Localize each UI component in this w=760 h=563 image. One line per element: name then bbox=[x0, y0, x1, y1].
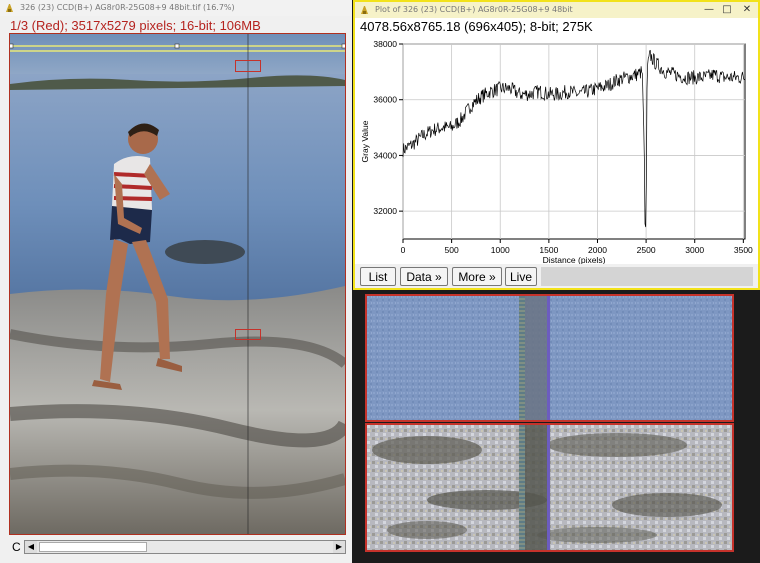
data-button[interactable]: Data » bbox=[400, 267, 448, 286]
scroll-thumb[interactable] bbox=[39, 542, 147, 552]
plot-window: Plot of 326 (23) CCD(B+) AG8r0R-25G08+9 … bbox=[353, 0, 760, 290]
image-canvas[interactable] bbox=[9, 33, 346, 535]
image-window: 326 (23) CCD(B+) AG8r0R-25G08+9 48bit.ti… bbox=[0, 0, 352, 563]
image-scroll-row: C ◀ ▶ bbox=[0, 537, 352, 559]
image-window-titlebar[interactable]: 326 (23) CCD(B+) AG8r0R-25G08+9 48bit.ti… bbox=[0, 0, 352, 16]
x-tick-label: 500 bbox=[445, 245, 459, 255]
y-axis-label: Gray Value bbox=[360, 120, 370, 162]
x-axis-label: Distance (pixels) bbox=[543, 255, 606, 264]
profile-plot: 0 500 1000 1500 2000 2500 3000 3500 32000 34000 36… bbox=[360, 39, 753, 264]
minimize-icon[interactable]: — bbox=[700, 2, 718, 18]
scroll-right-icon[interactable]: ▶ bbox=[333, 541, 345, 553]
plot-window-titlebar[interactable]: Plot of 326 (23) CCD(B+) AG8r0R-25G08+9 … bbox=[355, 2, 758, 18]
x-tick-label: 2500 bbox=[637, 245, 656, 255]
photo bbox=[10, 34, 345, 534]
live-button[interactable]: Live bbox=[505, 267, 537, 286]
image-window-title: 326 (23) CCD(B+) AG8r0R-25G08+9 48bit.ti… bbox=[20, 3, 235, 12]
list-button[interactable]: List bbox=[360, 267, 396, 286]
zoom-image-rocks bbox=[367, 425, 732, 550]
plot-button-bar: List Data » More » Live bbox=[355, 264, 758, 288]
x-tick-label: 3000 bbox=[685, 245, 704, 255]
y-tick-label: 32000 bbox=[373, 206, 397, 216]
imagej-icon bbox=[361, 6, 368, 14]
x-tick-label: 3500 bbox=[734, 245, 753, 255]
selection-box-bottom[interactable] bbox=[235, 329, 261, 340]
imagej-icon bbox=[6, 4, 13, 12]
plot-status-area bbox=[541, 267, 753, 286]
channel-indicator[interactable]: C bbox=[12, 540, 21, 554]
plot-window-title: Plot of 326 (23) CCD(B+) AG8r0R-25G08+9 … bbox=[375, 5, 573, 14]
y-tick-label: 34000 bbox=[373, 150, 397, 160]
x-tick-label: 0 bbox=[401, 245, 406, 255]
y-tick-label: 38000 bbox=[373, 39, 397, 49]
selection-box-top[interactable] bbox=[235, 60, 261, 72]
plot-info: 4078.56x8765.18 (696x405); 8-bit; 275K bbox=[360, 19, 593, 34]
x-tick-label: 1000 bbox=[491, 245, 510, 255]
zoom-image-water bbox=[367, 296, 732, 420]
image-info: 1/3 (Red); 3517x5279 pixels; 16-bit; 106… bbox=[10, 18, 261, 33]
scroll-left-icon[interactable]: ◀ bbox=[25, 541, 37, 553]
zoom-panel-water bbox=[365, 294, 734, 422]
y-tick-label: 36000 bbox=[373, 95, 397, 105]
more-button[interactable]: More » bbox=[452, 267, 502, 286]
x-tick-label: 1500 bbox=[539, 245, 558, 255]
horizontal-scrollbar[interactable]: ◀ ▶ bbox=[24, 540, 346, 554]
maximize-icon[interactable]: □ bbox=[718, 2, 736, 18]
x-tick-label: 2000 bbox=[588, 245, 607, 255]
close-icon[interactable]: ✕ bbox=[738, 2, 756, 18]
zoom-panel-rocks bbox=[365, 423, 734, 552]
